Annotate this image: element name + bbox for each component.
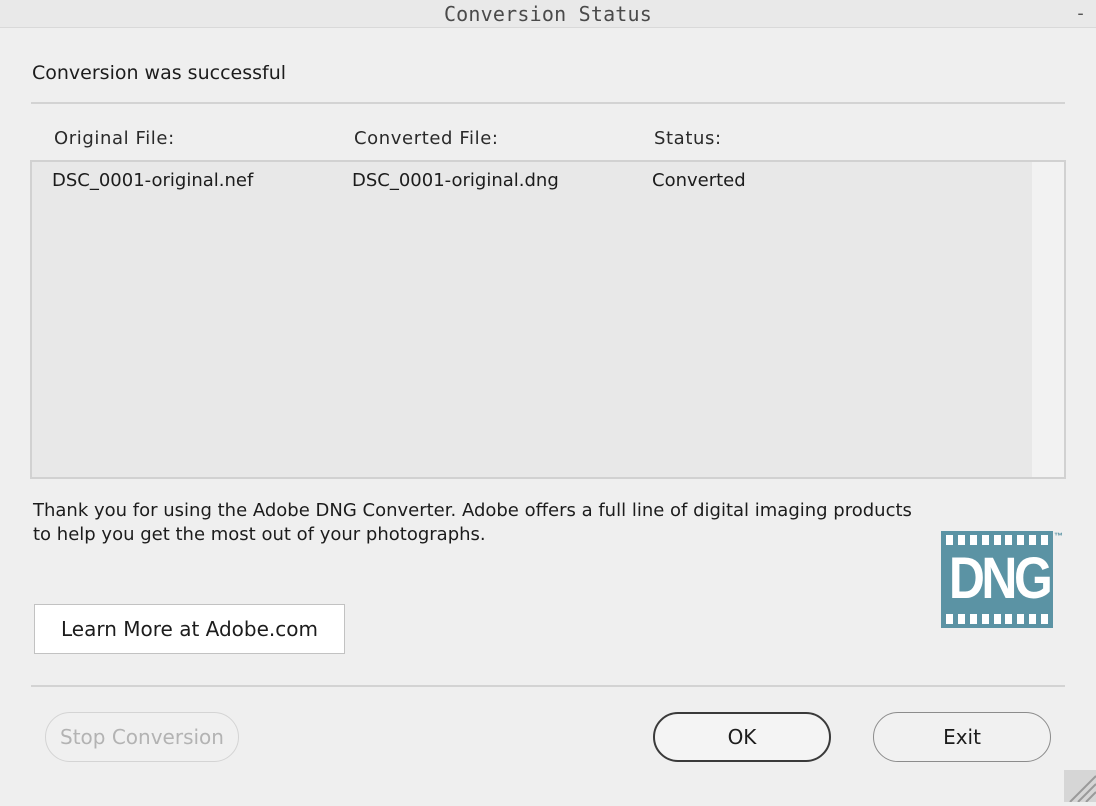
divider-top: [31, 102, 1065, 104]
minimize-button[interactable]: -: [1075, 3, 1086, 24]
ok-button[interactable]: OK: [653, 712, 831, 762]
header-original-file: Original File:: [54, 128, 175, 149]
dng-logo: DNG: [941, 531, 1053, 628]
trademark-mark: ™: [1054, 531, 1063, 541]
cell-original-file: DSC_0001-original.nef: [52, 170, 254, 191]
cell-converted-file: DSC_0001-original.dng: [352, 170, 559, 191]
dng-logo-text: DNG: [948, 546, 1053, 611]
film-sprockets-bottom: [946, 614, 1048, 624]
resize-grip-icon[interactable]: [1064, 770, 1096, 803]
cell-status: Converted: [652, 170, 746, 191]
title-bar: Conversion Status -: [0, 0, 1096, 28]
conversion-file-list[interactable]: DSC_0001-original.nef DSC_0001-original.…: [30, 160, 1066, 479]
divider-bottom: [31, 685, 1065, 687]
film-sprockets-top: [946, 535, 1048, 545]
stop-conversion-button[interactable]: Stop Conversion: [45, 712, 239, 762]
table-row[interactable]: DSC_0001-original.nef DSC_0001-original.…: [32, 162, 1032, 198]
header-status: Status:: [654, 128, 722, 149]
conversion-status-message: Conversion was successful: [32, 62, 287, 84]
list-scrollbar[interactable]: [1032, 162, 1064, 477]
header-converted-file: Converted File:: [354, 128, 499, 149]
learn-more-button[interactable]: Learn More at Adobe.com: [34, 604, 345, 654]
exit-button[interactable]: Exit: [873, 712, 1051, 762]
thank-you-text: Thank you for using the Adobe DNG Conver…: [33, 500, 912, 545]
window-title: Conversion Status: [443, 2, 653, 26]
